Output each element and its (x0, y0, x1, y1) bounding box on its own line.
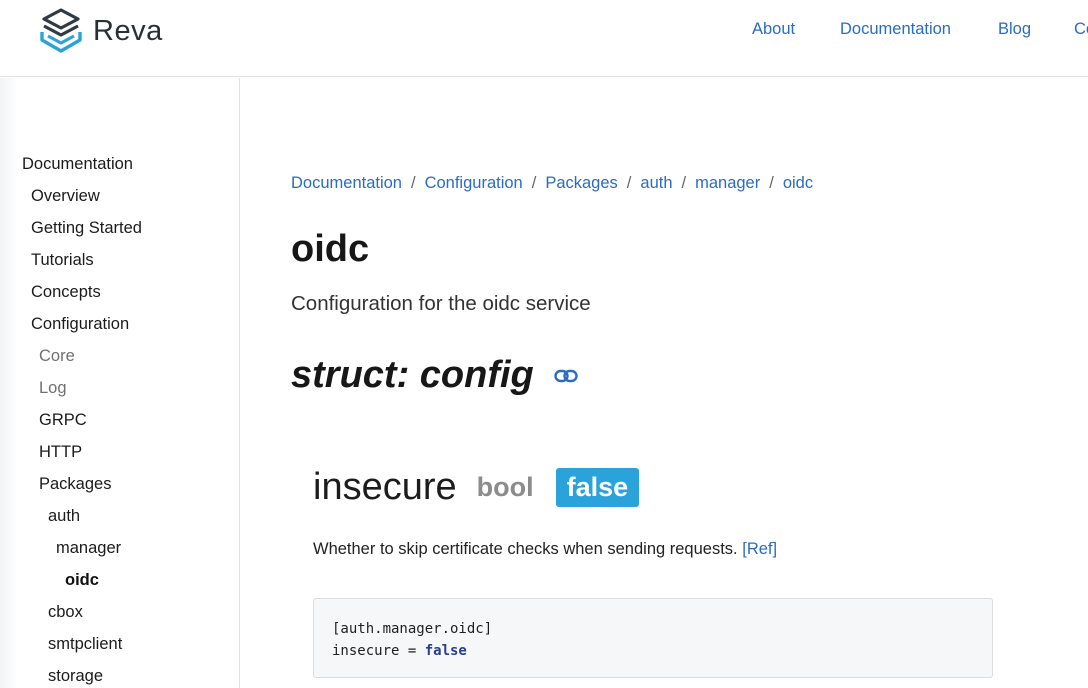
struct-heading-text: struct: config (291, 354, 534, 396)
sidebar-item-grpc[interactable]: GRPC (39, 411, 87, 435)
sidebar-item-core[interactable]: Core (39, 347, 75, 371)
code-line-value: false (424, 643, 467, 659)
sidebar-item-documentation[interactable]: Documentation (22, 155, 133, 179)
field-ref-link[interactable]: [Ref] (742, 540, 777, 558)
sidebar-item-concepts[interactable]: Concepts (31, 283, 101, 307)
page-title: oidc (291, 228, 370, 270)
breadcrumb-configuration[interactable]: Configuration (425, 174, 523, 192)
sidebar-item-cbox[interactable]: cbox (48, 603, 83, 627)
sidebar-item-configuration[interactable]: Configuration (31, 315, 129, 339)
breadcrumb-auth[interactable]: auth (640, 174, 672, 192)
brand-name: Reva (93, 14, 163, 47)
sidebar-item-storage[interactable]: storage (48, 667, 103, 688)
sidebar-item-manager[interactable]: manager (56, 539, 121, 563)
breadcrumb-separator: / (769, 174, 774, 192)
breadcrumb-manager[interactable]: manager (695, 174, 760, 192)
code-block: [auth.manager.oidc] insecure = false (313, 598, 993, 678)
breadcrumb-separator: / (626, 174, 632, 192)
sidebar-item-packages[interactable]: Packages (39, 475, 111, 499)
sidebar-item-auth[interactable]: auth (48, 507, 80, 531)
link-icon[interactable] (554, 369, 578, 383)
breadcrumb-documentation[interactable]: Documentation (291, 174, 402, 192)
sidebar-item-smtpclient[interactable]: smtpclient (48, 635, 122, 659)
code-line-section: [auth.manager.oidc] (332, 621, 493, 637)
sidebar-item-oidc[interactable]: oidc (65, 571, 99, 595)
field-name: insecure (313, 466, 457, 508)
sidebar-item-log[interactable]: Log (39, 379, 67, 403)
brand-logo-link[interactable]: Reva (38, 7, 163, 55)
page-subtitle: Configuration for the oidc service (291, 292, 591, 315)
code-line-key: insecure = (332, 643, 425, 659)
sidebar-item-overview[interactable]: Overview (31, 187, 100, 211)
sidebar-item-tutorials[interactable]: Tutorials (31, 251, 94, 275)
field-description-text: Whether to skip certificate checks when … (313, 540, 738, 558)
sidebar-item-http[interactable]: HTTP (39, 443, 82, 467)
breadcrumb-separator: / (531, 174, 537, 192)
reva-logo-icon (40, 8, 82, 53)
docs-sidebar: Documentation Overview Getting Started T… (0, 78, 240, 688)
top-navbar: Reva About Documentation Blog Co (0, 0, 1088, 77)
field-default-badge: false (555, 468, 640, 507)
nav-link-documentation[interactable]: Documentation (840, 20, 951, 39)
sidebar-item-getting-started[interactable]: Getting Started (31, 219, 142, 243)
field-description: Whether to skip certificate checks when … (313, 540, 777, 559)
field-type: bool (476, 472, 534, 502)
struct-heading: struct: config (291, 354, 578, 397)
breadcrumb-separator: / (681, 174, 687, 192)
breadcrumb-packages[interactable]: Packages (545, 174, 617, 192)
field-header: insecure bool false (313, 466, 640, 509)
breadcrumb: Documentation / Configuration / Packages / aut… (291, 174, 813, 193)
breadcrumb-separator: / (410, 174, 416, 192)
nav-link-blog[interactable]: Blog (998, 20, 1031, 39)
breadcrumb-oidc[interactable]: oidc (783, 174, 813, 192)
nav-link-about[interactable]: About (752, 20, 795, 39)
nav-link-community[interactable]: Co (1074, 20, 1088, 39)
